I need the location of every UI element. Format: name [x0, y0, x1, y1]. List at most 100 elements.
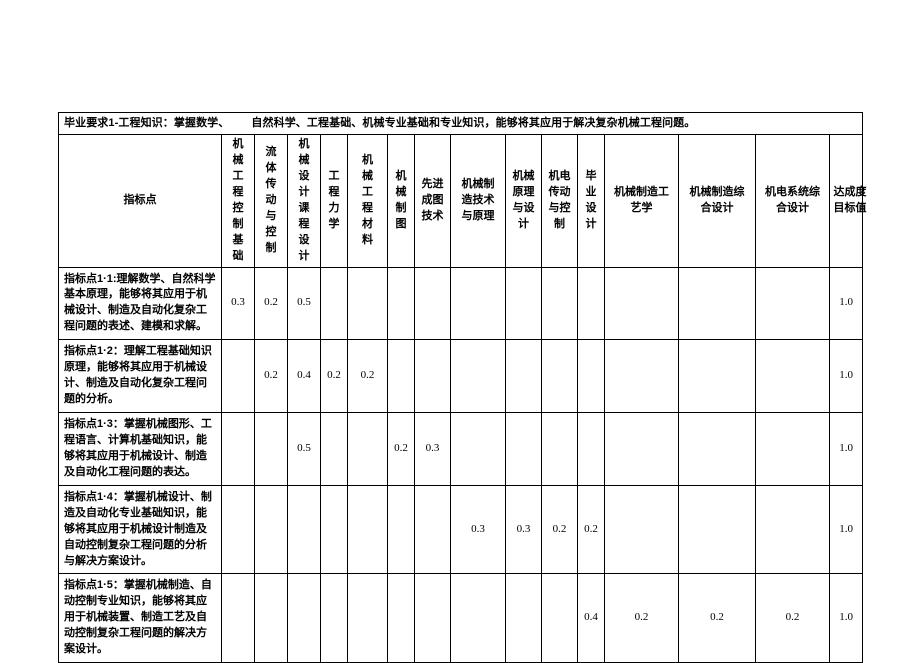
header-col-achievement-target: 达成度目标值: [828, 134, 867, 268]
cell-indicator-1-4-col-fluid-drive-control: [254, 484, 288, 575]
cell-indicator-1-1-col-mfg-comprehensive-design: [678, 266, 756, 341]
cell-indicator-1-4-col-mech-eng-materials: [347, 484, 388, 575]
requirement-title-suffix: 自然科学、工程基础、机械专业基础和专业知识，能够将其应用于解决复杂机械工程问题。: [251, 116, 696, 129]
header-col-mech-eng-control: 机械工程控制基础: [221, 134, 255, 268]
cell-indicator-1-2-col-mech-eng-materials: 0.2: [347, 339, 388, 413]
cell-indicator-1-5-col-achievement-target: 1.0: [828, 573, 864, 663]
cell-indicator-1-1-col-advanced-drafting-tech: [414, 266, 451, 341]
header-label: 机械工程控制基础: [232, 138, 244, 262]
cell-indicator-1-5-col-mech-drafting: [387, 573, 415, 663]
cell-indicator-1-1-col-mech-design-course: 0.5: [287, 266, 321, 341]
cell-indicator-1-5-col-advanced-drafting-tech: [414, 573, 451, 663]
cell-indicator-1-3-col-advanced-drafting-tech: 0.3: [414, 412, 451, 486]
cell-indicator-1-3-col-mech-eng-materials: [347, 412, 388, 486]
cell-indicator-1-3-col-mfg-tech-principles: [450, 412, 506, 486]
row-label-indicator-1-3: 指标点1·3：掌握机械图形、工程语言、计算机基础知识，能够将其应用于机械设计、制…: [58, 412, 222, 486]
cell-indicator-1-2-col-mfg-process: [604, 339, 679, 413]
header-label: 机械制造综合设计: [689, 185, 745, 214]
cell-indicator-1-4-col-eng-mechanics: [320, 484, 348, 575]
table-row: 指标点1·3：掌握机械图形、工程语言、计算机基础知识，能够将其应用于机械设计、制…: [58, 412, 864, 486]
cell-indicator-1-3-col-mech-eng-control: [221, 412, 255, 486]
cell-indicator-1-1-col-mech-drafting: [387, 266, 415, 341]
header-col-mfg-comprehensive-design: 机械制造综合设计: [678, 134, 756, 268]
row-label-indicator-1-4: 指标点1·4：掌握机械设计、制造及自动化专业基础知识，能够将其应用于机械设计制造…: [58, 484, 222, 575]
header-label: 机械制造技术与原理: [461, 177, 495, 222]
cell-indicator-1-1-col-fluid-drive-control: 0.2: [254, 266, 288, 341]
cell-indicator-1-1-col-graduation-design: [577, 266, 605, 341]
cell-indicator-1-1-col-mech-eng-control: 0.3: [221, 266, 255, 341]
cell-indicator-1-2-col-eng-mechanics: 0.2: [320, 339, 348, 413]
header-col-electromech-system-design: 机电系统综合设计: [755, 134, 830, 268]
cell-indicator-1-2-col-mech-eng-control: [221, 339, 255, 413]
cell-indicator-1-4-col-mech-principles-design: 0.3: [505, 484, 542, 575]
row-label-indicator-1-5: 指标点1·5：掌握机械制造、自动控制专业知识，能够将其应用于机械装置、制造工艺及…: [58, 573, 222, 663]
header-col-electromech-drive-control: 机电传动与控制: [541, 134, 578, 268]
header-label: 机械设计课程设计: [298, 138, 310, 262]
header-label: 流体传动与控制: [265, 145, 277, 254]
header-label: 毕业设计: [585, 169, 597, 230]
header-label: 机电系统综合设计: [765, 185, 820, 214]
matrix-table-container: 毕业要求1-工程知识：掌握数学、 自然科学、工程基础、机械专业基础和专业知识，能够…: [57, 112, 867, 663]
cell-indicator-1-1-col-mfg-tech-principles: [450, 266, 506, 341]
cell-indicator-1-4-col-mech-design-course: [287, 484, 321, 575]
indicator-matrix-table: 毕业要求1-工程知识：掌握数学、 自然科学、工程基础、机械专业基础和专业知识，能够…: [57, 112, 867, 663]
cell-indicator-1-4-col-mfg-process: [604, 484, 679, 575]
cell-indicator-1-3-col-eng-mechanics: [320, 412, 348, 486]
cell-indicator-1-1-col-mfg-process: [604, 266, 679, 341]
cell-indicator-1-4-col-mech-eng-control: [221, 484, 255, 575]
header-label: 机械原理与设计: [512, 169, 535, 230]
cell-indicator-1-3-col-electromech-drive-control: [541, 412, 578, 486]
table-header-row: 指标点 机械工程控制基础 流体传动与控制 机械设计课程设计 工程力学 机械工程材料 机械制图…: [58, 134, 867, 268]
cell-indicator-1-5-col-mech-eng-materials: [347, 573, 388, 663]
row-label-indicator-1-1: 指标点1·1:理解数学、自然科学基本原理，能够将其应用于机械设计、制造及自动化复…: [58, 266, 222, 341]
cell-indicator-1-5-col-mfg-comprehensive-design: 0.2: [678, 573, 756, 663]
header-indicator-point: 指标点: [58, 134, 222, 268]
cell-indicator-1-5-col-mech-principles-design: [505, 573, 542, 663]
cell-indicator-1-5-col-mech-design-course: [287, 573, 321, 663]
header-label: 达成度目标值: [833, 185, 867, 214]
cell-indicator-1-1-col-achievement-target: 1.0: [828, 266, 864, 341]
header-col-graduation-design: 毕业设计: [577, 134, 605, 268]
cell-indicator-1-1-col-electromech-system-design: [755, 266, 830, 341]
header-label: 工程力学: [328, 169, 340, 230]
cell-indicator-1-5-col-mfg-process: 0.2: [604, 573, 679, 663]
table-row: 指标点1·4：掌握机械设计、制造及自动化专业基础知识，能够将其应用于机械设计制造…: [58, 484, 864, 575]
cell-indicator-1-5-col-mfg-tech-principles: [450, 573, 506, 663]
cell-indicator-1-2-col-mfg-comprehensive-design: [678, 339, 756, 413]
cell-indicator-1-3-col-mfg-comprehensive-design: [678, 412, 756, 486]
cell-indicator-1-4-col-electromech-system-design: [755, 484, 830, 575]
cell-indicator-1-3-col-mech-design-course: 0.5: [287, 412, 321, 486]
cell-indicator-1-4-col-achievement-target: 1.0: [828, 484, 864, 575]
cell-indicator-1-5-col-electromech-system-design: 0.2: [755, 573, 830, 663]
requirement-title-prefix: 毕业要求1-工程知识：掌握数学、: [64, 116, 230, 129]
header-col-mech-drafting: 机械制图: [387, 134, 415, 268]
table-row: 指标点1·1:理解数学、自然科学基本原理，能够将其应用于机械设计、制造及自动化复…: [58, 266, 864, 341]
cell-indicator-1-1-col-mech-eng-materials: [347, 266, 388, 341]
cell-indicator-1-4-col-advanced-drafting-tech: [414, 484, 451, 575]
cell-indicator-1-2-col-mfg-tech-principles: [450, 339, 506, 413]
cell-indicator-1-3-col-electromech-system-design: [755, 412, 830, 486]
cell-indicator-1-3-col-mech-principles-design: [505, 412, 542, 486]
header-label: 机电传动与控制: [548, 169, 571, 230]
cell-indicator-1-2-col-fluid-drive-control: 0.2: [254, 339, 288, 413]
cell-indicator-1-1-col-mech-principles-design: [505, 266, 542, 341]
cell-indicator-1-2-col-electromech-system-design: [755, 339, 830, 413]
header-col-mech-principles-design: 机械原理与设计: [505, 134, 542, 268]
table-row: 指标点1·5：掌握机械制造、自动控制专业知识，能够将其应用于机械装置、制造工艺及…: [58, 573, 864, 663]
table-title-row: 毕业要求1-工程知识：掌握数学、 自然科学、工程基础、机械专业基础和专业知识，能够…: [57, 112, 864, 135]
header-col-mech-design-course: 机械设计课程设计: [287, 134, 321, 268]
cell-indicator-1-2-col-electromech-drive-control: [541, 339, 578, 413]
cell-indicator-1-2-col-mech-design-course: 0.4: [287, 339, 321, 413]
header-label: 先进成图技术: [421, 177, 444, 222]
cell-indicator-1-3-col-graduation-design: [577, 412, 605, 486]
cell-indicator-1-5-col-mech-eng-control: [221, 573, 255, 663]
cell-indicator-1-2-col-graduation-design: [577, 339, 605, 413]
cell-indicator-1-2-col-achievement-target: 1.0: [828, 339, 864, 413]
cell-indicator-1-5-col-electromech-drive-control: [541, 573, 578, 663]
cell-indicator-1-3-col-achievement-target: 1.0: [828, 412, 864, 486]
cell-indicator-1-5-col-graduation-design: 0.4: [577, 573, 605, 663]
requirement-title-cell: 毕业要求1-工程知识：掌握数学、 自然科学、工程基础、机械专业基础和专业知识，能够…: [57, 112, 864, 135]
table-row: 指标点1·2：理解工程基础知识原理，能够将其应用于机械设计、制造及自动化复杂工程…: [58, 339, 864, 413]
header-label: 机械制造工艺学: [614, 185, 669, 214]
header-label: 机械工程材料: [362, 153, 373, 246]
